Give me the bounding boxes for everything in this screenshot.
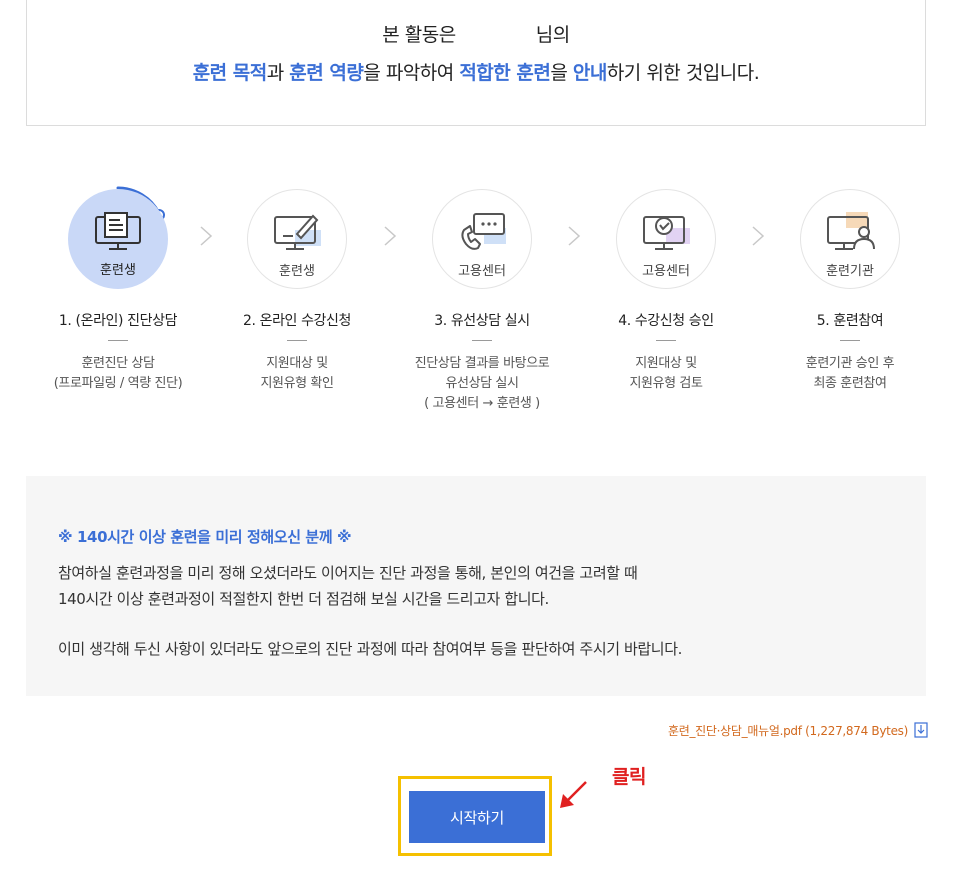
step-desc-line: 진단상담 결과를 바탕으로 <box>414 356 550 371</box>
step-title: 1. (온라인) 진단상담 <box>58 313 178 329</box>
chevron-right-icon <box>200 226 213 246</box>
step-desc-line: 훈련진단 상담 <box>81 356 155 371</box>
intro-part: 안내 <box>572 62 607 84</box>
start-button[interactable]: 시작하기 <box>409 791 545 843</box>
intro-line1: 본 활동은 님의 <box>27 20 925 47</box>
monitor-document-icon <box>95 212 141 250</box>
step-2-circle: 훈련생 <box>247 189 347 289</box>
manual-download-link[interactable]: 훈련_진단·상담_매뉴얼.pdf (1,227,874 Bytes) <box>668 719 928 741</box>
step-circle-label: 고용센터 <box>642 264 690 279</box>
intro-part: 하기 위한 것입니다. <box>606 62 760 84</box>
click-annotation-label: 클릭 <box>612 766 646 788</box>
download-icon[interactable] <box>914 722 928 738</box>
step-desc-line: 유선상담 실시 <box>445 376 519 391</box>
step-desc-line: 지원유형 검토 <box>629 376 703 391</box>
intro-part: 훈련 역량 <box>289 62 364 84</box>
divider <box>108 340 128 341</box>
divider <box>472 340 492 341</box>
step-desc: 훈련진단 상담 (프로파일링 / 역량 진단) <box>26 354 210 394</box>
notice-title: ※ 140시간 이상 훈련을 미리 정해오신 분께 ※ <box>58 528 352 546</box>
intro-line2: 훈련 목적과 훈련 역량을 파악하여 적합한 훈련을 안내하기 위한 것입니다. <box>27 58 925 85</box>
step-circle-label: 훈련기관 <box>826 264 874 279</box>
step-circle-label: 훈련생 <box>100 263 136 278</box>
chevron-right-icon <box>752 226 765 246</box>
step-title: 4. 수강신청 승인 <box>618 313 714 329</box>
process-steps: 훈련생 1. (온라인) 진단상담 훈련진단 상담 (프로파일링 / 역량 진단… <box>26 180 926 430</box>
divider <box>840 340 860 341</box>
notice-box: ※ 140시간 이상 훈련을 미리 정해오신 분께 ※ 참여하실 훈련과정을 미… <box>26 476 926 696</box>
step-1-circle: 훈련생 <box>68 189 168 289</box>
step-title: 5. 훈련참여 <box>816 313 884 329</box>
intro-part: 을 파악하여 <box>363 62 460 84</box>
step-4-circle: 고용센터 <box>616 189 716 289</box>
monitor-check-icon <box>643 216 690 250</box>
intro-part: 적합한 훈련 <box>459 62 551 84</box>
divider <box>287 340 307 341</box>
monitor-pen-icon <box>274 214 321 250</box>
step-circle-label: 훈련생 <box>279 264 315 279</box>
step-desc-line: 훈련기관 승인 후 <box>805 356 895 371</box>
chevron-right-icon <box>568 226 581 246</box>
intro-part: 을 <box>550 62 573 84</box>
step-desc: 훈련기관 승인 후 최종 훈련참여 <box>758 354 942 394</box>
step-desc-line: 지원유형 확인 <box>260 376 334 391</box>
step-desc-line: 최종 훈련참여 <box>813 376 887 391</box>
highlight-frame: 시작하기 <box>398 776 552 856</box>
download-filename[interactable]: 훈련_진단·상담_매뉴얼.pdf (1,227,874 Bytes) <box>668 722 908 739</box>
step-desc-line: 지원대상 및 <box>266 356 328 371</box>
step-circle-label: 고용센터 <box>458 264 506 279</box>
step-3-circle: 고용센터 <box>432 189 532 289</box>
step-5-circle: 훈련기관 <box>800 189 900 289</box>
monitor-person-icon <box>827 212 875 250</box>
intro-box: 본 활동은 님의 훈련 목적과 훈련 역량을 파악하여 적합한 훈련을 안내하기 … <box>26 0 926 126</box>
intro-part: 과 <box>266 62 290 84</box>
intro-line1-after: 님의 <box>535 24 570 46</box>
step-desc-line: 지원대상 및 <box>635 356 697 371</box>
step-title: 3. 유선상담 실시 <box>434 313 530 329</box>
intro-part: 훈련 목적 <box>192 62 268 84</box>
step-desc: 진단상담 결과를 바탕으로 유선상담 실시 ( 고용센터 → 훈련생 ) <box>390 354 574 414</box>
step-desc-line: ( 고용센터 → 훈련생 ) <box>424 396 540 411</box>
step-desc: 지원대상 및 지원유형 확인 <box>205 354 389 394</box>
arrow-down-left-icon <box>560 781 587 808</box>
intro-line1-before: 본 활동은 <box>382 24 456 46</box>
phone-chat-icon <box>461 213 506 250</box>
step-desc-line: (프로파일링 / 역량 진단) <box>53 376 183 391</box>
divider <box>656 340 676 341</box>
notice-line: 참여하실 훈련과정을 미리 정해 오셨더라도 이어지는 진단 과정을 통해, 본… <box>58 564 638 582</box>
notice-line: 140시간 이상 훈련과정이 적절한지 한번 더 점검해 보실 시간을 드리고자… <box>58 590 549 608</box>
chevron-right-icon <box>384 226 397 246</box>
step-desc: 지원대상 및 지원유형 검토 <box>574 354 758 394</box>
notice-line: 이미 생각해 두신 사항이 있더라도 앞으로의 진단 과정에 따라 참여여부 등… <box>58 640 682 658</box>
step-title: 2. 온라인 수강신청 <box>242 313 352 329</box>
